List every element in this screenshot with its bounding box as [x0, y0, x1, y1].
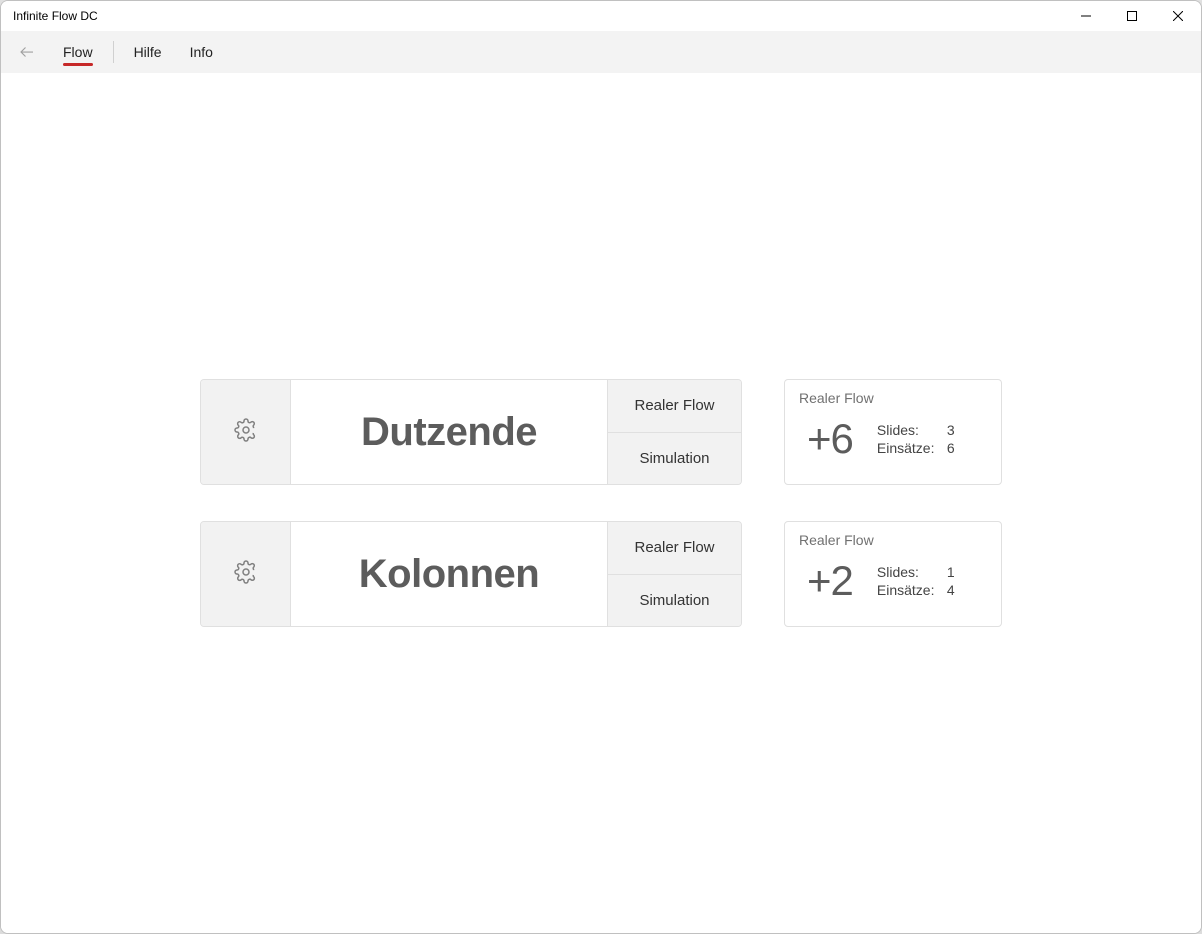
back-icon — [13, 43, 41, 61]
titlebar: Infinite Flow DC — [1, 1, 1201, 31]
stat-label: Slides: — [877, 422, 935, 438]
stat-row: Einsätze: 4 — [877, 582, 959, 598]
card-title-dutzende: Realer Flow — [799, 390, 987, 406]
stat-value: 3 — [947, 422, 959, 438]
gear-icon — [234, 560, 258, 589]
info-card-kolonnen: Realer Flow +2 Slides: 1 Einsätze: 4 — [784, 521, 1002, 627]
settings-button-kolonnen[interactable] — [201, 522, 291, 626]
tab-info[interactable]: Info — [176, 36, 227, 68]
card-body-kolonnen: +2 Slides: 1 Einsätze: 4 — [799, 550, 987, 612]
settings-button-dutzende[interactable] — [201, 380, 291, 484]
card-title-kolonnen: Realer Flow — [799, 532, 987, 548]
window-title: Infinite Flow DC — [13, 9, 98, 23]
info-card-dutzende: Realer Flow +6 Slides: 3 Einsätze: 6 — [784, 379, 1002, 485]
gear-icon — [234, 418, 258, 447]
card-value-dutzende: +6 — [807, 415, 853, 463]
row-dutzende: Dutzende Realer Flow Simulation Realer F… — [200, 379, 1002, 485]
realer-flow-button-kolonnen[interactable]: Realer Flow — [608, 522, 741, 575]
minimize-button[interactable] — [1063, 1, 1109, 31]
block-dutzende: Dutzende Realer Flow Simulation — [200, 379, 742, 485]
menubar: Flow Hilfe Info — [1, 31, 1201, 73]
block-kolonnen: Kolonnen Realer Flow Simulation — [200, 521, 742, 627]
menu-divider — [113, 41, 114, 63]
simulation-button-dutzende[interactable]: Simulation — [608, 433, 741, 485]
actions-kolonnen: Realer Flow Simulation — [607, 522, 741, 626]
card-value-kolonnen: +2 — [807, 557, 853, 605]
app-window: Infinite Flow DC Flow Hilfe Info — [0, 0, 1202, 934]
actions-dutzende: Realer Flow Simulation — [607, 380, 741, 484]
stat-row: Einsätze: 6 — [877, 440, 959, 456]
stat-row: Slides: 3 — [877, 422, 959, 438]
stat-row: Slides: 1 — [877, 564, 959, 580]
row-kolonnen: Kolonnen Realer Flow Simulation Realer F… — [200, 521, 1002, 627]
stat-label: Einsätze: — [877, 582, 935, 598]
window-controls — [1063, 1, 1201, 31]
stat-value: 6 — [947, 440, 959, 456]
simulation-button-kolonnen[interactable]: Simulation — [608, 575, 741, 627]
tab-flow[interactable]: Flow — [49, 36, 107, 68]
stat-value: 1 — [947, 564, 959, 580]
stat-value: 4 — [947, 582, 959, 598]
card-stats-dutzende: Slides: 3 Einsätze: 6 — [877, 422, 959, 456]
close-button[interactable] — [1155, 1, 1201, 31]
card-body-dutzende: +6 Slides: 3 Einsätze: 6 — [799, 408, 987, 470]
card-stats-kolonnen: Slides: 1 Einsätze: 4 — [877, 564, 959, 598]
maximize-button[interactable] — [1109, 1, 1155, 31]
stat-label: Slides: — [877, 564, 935, 580]
stat-label: Einsätze: — [877, 440, 935, 456]
realer-flow-button-dutzende[interactable]: Realer Flow — [608, 380, 741, 433]
label-kolonnen: Kolonnen — [291, 522, 607, 626]
tab-hilfe[interactable]: Hilfe — [120, 36, 176, 68]
content-area: Dutzende Realer Flow Simulation Realer F… — [1, 73, 1201, 933]
label-dutzende: Dutzende — [291, 380, 607, 484]
